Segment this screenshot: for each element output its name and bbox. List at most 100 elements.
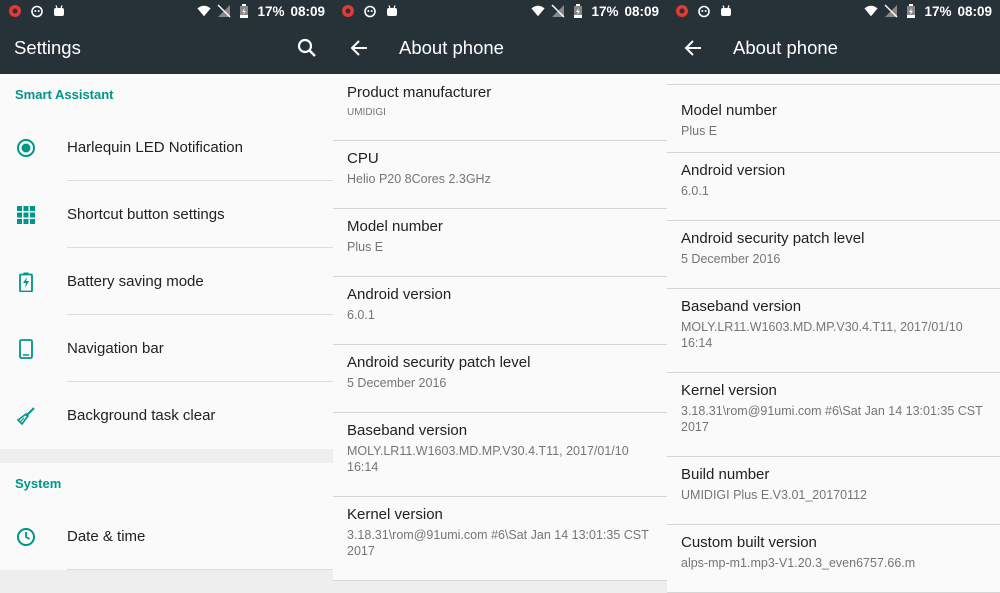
led-icon bbox=[0, 138, 52, 158]
about-row-value: 6.0.1 bbox=[347, 308, 375, 322]
settings-item-label: Harlequin LED Notification bbox=[67, 139, 243, 156]
android-notification-icon bbox=[385, 4, 399, 18]
cat-notification-icon bbox=[697, 4, 711, 18]
page-title: About phone bbox=[399, 37, 504, 58]
app-bar: About phone bbox=[667, 22, 1000, 74]
about-row-android-version[interactable]: Android version 6.0.1 bbox=[667, 153, 1000, 221]
about-row-title: Android version bbox=[347, 286, 452, 303]
about-row-value: 3.18.31\rom@91umi.com #6\Sat Jan 14 13:0… bbox=[681, 404, 983, 434]
battery-percent: 17% bbox=[257, 3, 285, 19]
back-arrow-icon[interactable] bbox=[681, 36, 705, 60]
app-notification-icon bbox=[675, 4, 689, 18]
battery-percent: 17% bbox=[924, 3, 952, 19]
settings-item-shortcut[interactable]: Shortcut button settings bbox=[0, 181, 333, 248]
about-row-title: Model number bbox=[347, 218, 443, 235]
cat-notification-icon bbox=[363, 4, 377, 18]
about-row-title: Baseband version bbox=[681, 298, 802, 315]
app-bar: About phone bbox=[333, 22, 667, 74]
about-row-title: Kernel version bbox=[347, 506, 443, 523]
android-notification-icon bbox=[719, 4, 733, 18]
about-row-product-manufacturer[interactable]: Product manufacturer UMIDIGI bbox=[333, 74, 667, 141]
smart-assistant-card: Smart Assistant Harlequin LED Notificati… bbox=[0, 74, 333, 449]
settings-item-label: Shortcut button settings bbox=[67, 206, 225, 223]
about-row-custom-built-version[interactable]: Custom built version alps-mp-m1.mp3-V1.2… bbox=[667, 525, 1000, 593]
about-row-cpu[interactable]: CPU Helio P20 8Cores 2.3GHz bbox=[333, 141, 667, 209]
clock-time: 08:09 bbox=[624, 3, 659, 19]
about-row-kernel-version[interactable]: Kernel version 3.18.31\rom@91umi.com #6\… bbox=[333, 497, 667, 581]
about-row-baseband-version[interactable]: Baseband version MOLY.LR11.W1603.MD.MP.V… bbox=[333, 413, 667, 497]
settings-item-date-time[interactable]: Date & time bbox=[0, 503, 333, 570]
cat-notification-icon bbox=[30, 4, 44, 18]
about-row-title: Android security patch level bbox=[347, 354, 531, 371]
about-row-baseband-version[interactable]: Baseband version MOLY.LR11.W1603.MD.MP.V… bbox=[667, 289, 1000, 373]
about-row-title: Build number bbox=[681, 466, 770, 483]
about-row-title: Product manufacturer bbox=[347, 84, 492, 101]
about-row-value: MOLY.LR11.W1603.MD.MP.V30.4.T11, 2017/01… bbox=[347, 444, 629, 474]
about-row-value: alps-mp-m1.mp3-V1.20.3_even6757.66.m bbox=[681, 556, 916, 570]
no-signal-icon bbox=[884, 4, 898, 18]
about-phone-screen-2: 17% 08:09 About phone Model number Plus … bbox=[667, 0, 1000, 593]
battery-status-icon bbox=[237, 4, 251, 18]
settings-item-label: Battery saving mode bbox=[67, 273, 204, 290]
phone-icon bbox=[0, 338, 52, 359]
section-header-smart-assistant: Smart Assistant bbox=[15, 86, 114, 102]
status-bar: 17% 08:09 bbox=[0, 0, 333, 22]
settings-item-led[interactable]: Harlequin LED Notification bbox=[0, 114, 333, 181]
about-row-title: Android version bbox=[681, 162, 786, 179]
about-row-title: Kernel version bbox=[681, 382, 777, 399]
app-notification-icon bbox=[8, 4, 22, 18]
about-row-kernel-version[interactable]: Kernel version 3.18.31\rom@91umi.com #6\… bbox=[667, 373, 1000, 457]
about-row-title: CPU bbox=[347, 150, 379, 167]
about-row-value: 5 December 2016 bbox=[347, 376, 447, 390]
about-row-value: 3.18.31\rom@91umi.com #6\Sat Jan 14 13:0… bbox=[347, 528, 649, 558]
about-row-value: UMIDIGI bbox=[347, 107, 386, 118]
settings-item-label: Background task clear bbox=[67, 407, 216, 424]
about-row-value: MOLY.LR11.W1603.MD.MP.V30.4.T11, 2017/01… bbox=[681, 320, 963, 350]
app-notification-icon bbox=[341, 4, 355, 18]
android-notification-icon bbox=[52, 4, 66, 18]
battery-percent: 17% bbox=[591, 3, 619, 19]
app-bar: Settings bbox=[0, 22, 333, 74]
about-list: Model number Plus E Android version 6.0.… bbox=[667, 74, 1000, 593]
about-row-title: Baseband version bbox=[347, 422, 468, 439]
clock-time: 08:09 bbox=[957, 3, 992, 19]
wifi-icon bbox=[864, 4, 878, 18]
about-row-value: UMIDIGI Plus E.V3.01_20170112 bbox=[681, 488, 867, 502]
wifi-icon bbox=[531, 4, 545, 18]
about-row-title: Model number bbox=[681, 102, 777, 119]
system-card: System Date & time bbox=[0, 463, 333, 570]
about-row-title: Android security patch level bbox=[681, 230, 865, 247]
status-bar: 17% 08:09 bbox=[667, 0, 1000, 22]
about-row-title: Custom built version bbox=[681, 534, 817, 551]
battery-status-icon bbox=[904, 4, 918, 18]
about-row-security-patch[interactable]: Android security patch level 5 December … bbox=[333, 345, 667, 413]
clock-icon bbox=[0, 527, 52, 547]
settings-item-label: Date & time bbox=[67, 528, 146, 545]
battery-status-icon bbox=[571, 4, 585, 18]
section-header-system: System bbox=[15, 475, 62, 491]
about-row-model-number[interactable]: Model number Plus E bbox=[667, 85, 1000, 153]
settings-screen: 17% 08:09 Settings Smart Assistant Harle… bbox=[0, 0, 333, 593]
no-signal-icon bbox=[551, 4, 565, 18]
settings-item-background-task-clear[interactable]: Background task clear bbox=[0, 382, 333, 449]
about-row-model-number[interactable]: Model number Plus E bbox=[333, 209, 667, 277]
wifi-icon bbox=[197, 4, 211, 18]
about-row-partial bbox=[667, 74, 1000, 85]
about-row-android-version[interactable]: Android version 6.0.1 bbox=[333, 277, 667, 345]
about-row-value: Helio P20 8Cores 2.3GHz bbox=[347, 172, 491, 186]
screenshot-collage: 17% 08:09 Settings Smart Assistant Harle… bbox=[0, 0, 1000, 593]
page-title: About phone bbox=[733, 37, 838, 58]
about-row-security-patch[interactable]: Android security patch level 5 December … bbox=[667, 221, 1000, 289]
broom-icon bbox=[0, 406, 52, 426]
no-signal-icon bbox=[217, 4, 231, 18]
settings-item-navigation-bar[interactable]: Navigation bar bbox=[0, 315, 333, 382]
about-row-value: Plus E bbox=[347, 240, 384, 254]
battery-icon bbox=[0, 272, 52, 292]
settings-item-battery[interactable]: Battery saving mode bbox=[0, 248, 333, 315]
about-row-value: 5 December 2016 bbox=[681, 252, 781, 266]
status-bar: 17% 08:09 bbox=[333, 0, 667, 22]
about-row-build-number[interactable]: Build number UMIDIGI Plus E.V3.01_201701… bbox=[667, 457, 1000, 525]
settings-item-label: Navigation bar bbox=[67, 340, 164, 357]
back-arrow-icon[interactable] bbox=[347, 36, 371, 60]
search-icon[interactable] bbox=[295, 36, 319, 60]
